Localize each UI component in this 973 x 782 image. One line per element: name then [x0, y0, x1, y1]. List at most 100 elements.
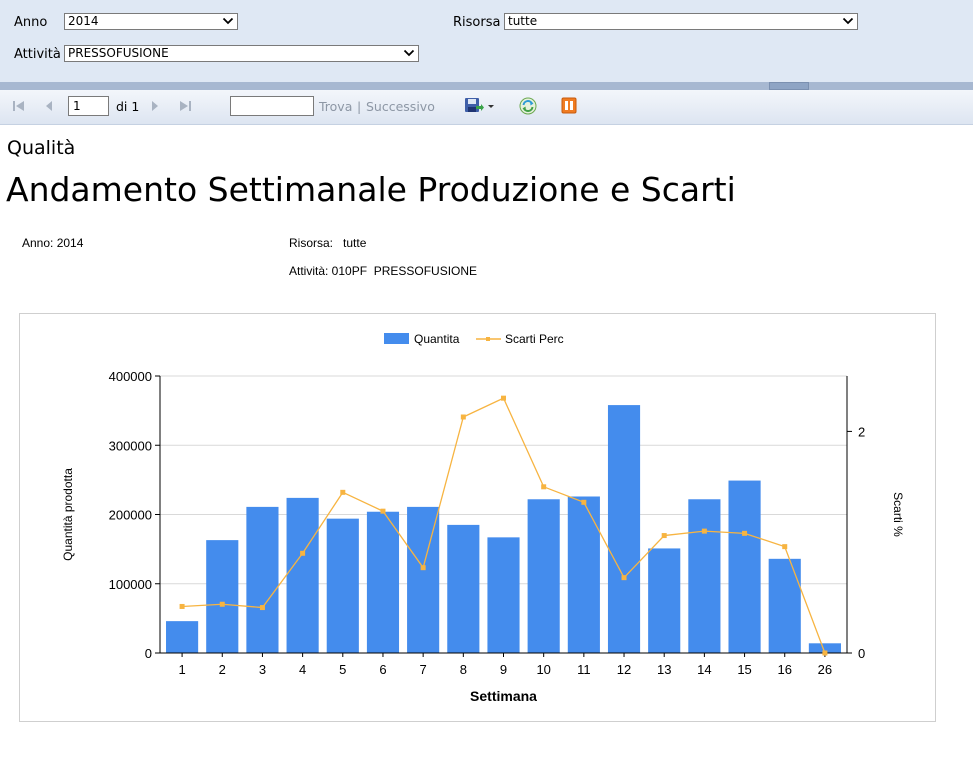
report-subtitle: Qualità	[7, 137, 76, 159]
x-tick-label: 6	[379, 662, 386, 677]
line-marker	[380, 508, 386, 514]
bar	[607, 405, 641, 653]
bar	[487, 537, 520, 653]
parameter-panel: Anno 2014 Risorsa tutte Attività PRESSOF…	[0, 0, 973, 83]
x-tick-label: 2	[219, 662, 226, 677]
print-layout-icon[interactable]	[561, 97, 577, 114]
line-marker	[259, 605, 265, 611]
y-tick-label: 100000	[109, 577, 152, 592]
x-tick-label: 1	[178, 662, 185, 677]
y2-axis-title: Scarti %	[891, 492, 905, 537]
line-marker	[179, 603, 185, 609]
x-tick-label: 4	[299, 662, 306, 677]
x-tick-label: 3	[259, 662, 266, 677]
line-marker	[782, 544, 788, 550]
production-chart: 0100000200000300000400000021 2 3 4 5 6 7 8 9 10 11…	[61, 332, 905, 704]
line-marker	[822, 650, 828, 656]
report-title: Andamento Settimanale Produzione e Scart…	[6, 170, 736, 209]
chevron-down-icon	[842, 17, 854, 25]
y-tick-label: 400000	[109, 369, 152, 384]
find-button[interactable]: Trova	[319, 99, 352, 114]
risorsa-select[interactable]: tutte	[504, 13, 858, 30]
bar	[366, 511, 400, 653]
y2-tick-label: 0	[858, 646, 865, 661]
page-count-label: di 1	[116, 99, 140, 114]
x-tick-label: 11	[577, 662, 591, 677]
bar	[407, 506, 440, 653]
report-anno: Anno: 2014	[22, 236, 84, 250]
y-tick-label: 300000	[109, 438, 152, 453]
bar	[166, 621, 199, 653]
risorsa-label: Risorsa	[453, 15, 501, 30]
line-marker	[300, 550, 306, 556]
bar	[246, 506, 279, 653]
bar	[326, 518, 359, 653]
bar	[567, 496, 600, 653]
x-tick-label: 7	[420, 662, 427, 677]
bar	[688, 499, 721, 653]
y2-tick-label: 2	[858, 424, 865, 439]
last-page-icon[interactable]	[178, 100, 192, 112]
legend-label-scarti: Scarti Perc	[505, 332, 564, 346]
bar	[447, 524, 480, 653]
legend-marker-scarti	[486, 337, 490, 341]
attivita-select-value: PRESSOFUSIONE	[68, 46, 169, 60]
x-tick-label: 9	[500, 662, 507, 677]
bar	[286, 497, 319, 653]
legend-swatch-quantita	[384, 333, 409, 344]
anno-select[interactable]: 2014	[64, 13, 238, 30]
x-tick-label: 14	[697, 662, 711, 677]
find-input[interactable]	[230, 96, 314, 116]
x-tick-label: 16	[778, 662, 792, 677]
line-marker	[340, 489, 346, 495]
bar	[768, 558, 801, 653]
report-toolbar: 1 di 1 Trova | Successivo	[0, 90, 973, 125]
x-tick-label: 10	[536, 662, 550, 677]
y-tick-label: 0	[145, 646, 152, 661]
export-icon[interactable]	[464, 97, 496, 115]
attivita-label: Attività	[14, 47, 61, 62]
bar	[728, 480, 761, 653]
line-marker	[581, 499, 587, 505]
chart-container: 0 100000 200000 300000 400000 0 2 1 2 3 4 5 6 7 8 9 10 11…	[19, 313, 936, 722]
line-marker	[460, 414, 466, 420]
line-marker	[742, 530, 748, 536]
previous-page-icon[interactable]	[44, 100, 54, 112]
x-tick-label: 15	[737, 662, 751, 677]
refresh-icon[interactable]	[519, 97, 537, 115]
collapse-parameters-button[interactable]	[769, 82, 809, 95]
line-marker	[420, 565, 426, 571]
bar	[527, 499, 560, 653]
chevron-down-icon	[403, 49, 415, 57]
line-marker	[661, 533, 667, 539]
next-page-icon[interactable]	[150, 100, 160, 112]
anno-label: Anno	[14, 15, 48, 30]
line-marker	[541, 484, 547, 490]
line-marker	[621, 575, 627, 581]
first-page-icon[interactable]	[12, 100, 26, 112]
y-tick-label: 200000	[109, 508, 152, 523]
find-next-button[interactable]: Successivo	[366, 99, 435, 114]
line-marker	[501, 395, 506, 401]
x-tick-label: 13	[657, 662, 671, 677]
page-number-input[interactable]: 1	[68, 96, 109, 116]
bar	[648, 548, 681, 653]
report-risorsa: Risorsa: tutte	[289, 236, 367, 250]
parameter-splitter	[0, 82, 973, 90]
x-axis-title: Settimana	[470, 688, 537, 704]
risorsa-select-value: tutte	[508, 14, 538, 28]
report-attivita: Attività: 010PF PRESSOFUSIONE	[289, 264, 478, 278]
toolbar-separator: |	[357, 99, 362, 114]
y-axis-title: Quantità prodotta	[61, 468, 75, 561]
x-tick-label: 5	[339, 662, 346, 677]
line-marker	[701, 528, 707, 534]
bar	[206, 540, 239, 653]
x-tick-label: 8	[460, 662, 467, 677]
anno-select-value: 2014	[68, 14, 99, 28]
attivita-select[interactable]: PRESSOFUSIONE	[64, 45, 419, 62]
chevron-down-icon	[222, 17, 234, 25]
x-tick-label: 12	[617, 662, 631, 677]
legend-label-quantita: Quantita	[414, 332, 460, 346]
line-marker	[219, 601, 225, 607]
x-tick-label: 26	[818, 662, 832, 677]
